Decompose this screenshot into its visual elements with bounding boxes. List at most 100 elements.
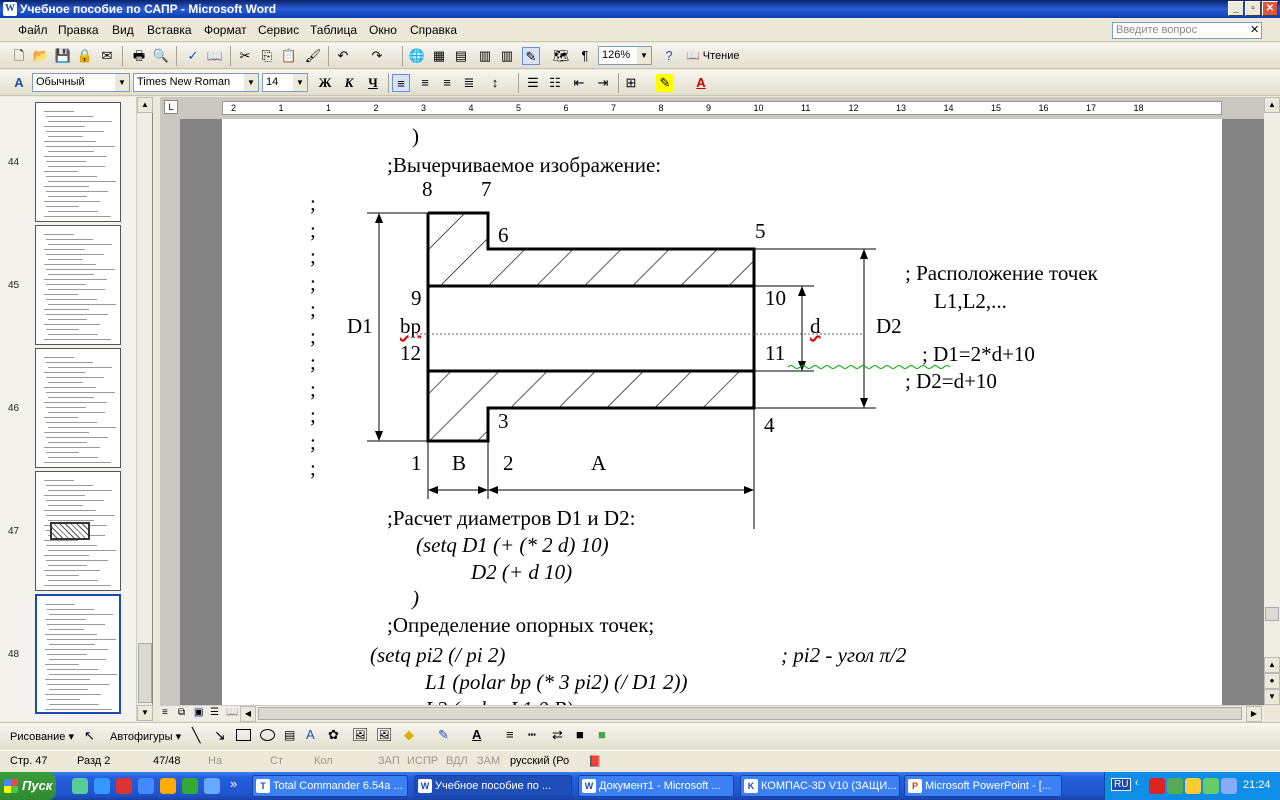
word-icon[interactable]: W: [3, 2, 17, 16]
quicklaunch-app3-icon[interactable]: [204, 778, 220, 794]
document-hscrollbar[interactable]: ≡ ⧉ ▣ ☰ 📖 ◀ ▶: [160, 705, 1264, 722]
task-total-commander[interactable]: T Total Commander 6.54a ...: [252, 775, 408, 797]
hscroll-thumb[interactable]: [258, 707, 1242, 720]
tray-icon-3[interactable]: [1185, 778, 1201, 794]
page-thumbnail[interactable]: [35, 348, 121, 468]
borders-icon[interactable]: ⊞: [622, 74, 640, 92]
drawing-font-color-icon[interactable]: A: [472, 727, 481, 742]
spelling-status-icon[interactable]: 📕: [588, 755, 602, 768]
permission-icon[interactable]: 🔒: [76, 47, 94, 65]
quicklaunch-app2-icon[interactable]: [182, 778, 198, 794]
task-word-active[interactable]: W Учебное пособие по ...: [414, 775, 572, 797]
scroll-up-icon[interactable]: ▲: [137, 97, 153, 113]
task-kompas[interactable]: K КОМПАС-3D V10 (ЗАЩИ...: [740, 775, 900, 797]
scroll-left-icon[interactable]: ◀: [240, 706, 256, 722]
justify-icon[interactable]: ≣: [460, 74, 478, 92]
reading-mode-button[interactable]: 📖 Чтение: [686, 49, 739, 62]
picture-icon[interactable]: 🖼: [376, 727, 393, 743]
browse-object-icon[interactable]: ●: [1264, 673, 1280, 689]
tray-icon-2[interactable]: [1167, 778, 1183, 794]
bullets-icon[interactable]: ☷: [546, 74, 564, 92]
menu-help[interactable]: Справка: [410, 23, 457, 37]
new-doc-icon[interactable]: 🗋: [10, 47, 28, 65]
next-page-icon[interactable]: ▼: [1264, 689, 1280, 705]
copy-icon[interactable]: ⎘: [258, 47, 276, 65]
ruler-strip[interactable]: 2 1 1 2 3 4 5 6 7 8 9 10 11 12 13 14 15 16 17 18: [222, 101, 1222, 115]
tray-arrow-icon[interactable]: ‹: [1135, 777, 1139, 789]
reading-view-icon[interactable]: 📖: [226, 707, 238, 718]
document-page[interactable]: ) ;Вычерчиваемое изображение: ;;;;;;;;;;…: [222, 119, 1222, 705]
prev-page-icon[interactable]: ▲: [1264, 657, 1280, 673]
increase-indent-icon[interactable]: ⇥: [594, 74, 612, 92]
redo-icon[interactable]: ↷: [368, 47, 386, 65]
status-ovr[interactable]: ЗАМ: [477, 755, 500, 767]
horizontal-ruler[interactable]: L 2 1 1 2 3 4 5 6 7 8 9 10 11 12 13 14 15 16 17 18: [160, 97, 1265, 119]
status-rec[interactable]: ЗАП: [378, 755, 400, 767]
menu-window[interactable]: Окно: [369, 23, 397, 37]
menu-file[interactable]: Файл: [18, 23, 48, 37]
web-view-icon[interactable]: ⧉: [178, 707, 185, 718]
print-icon[interactable]: 🖶: [130, 47, 148, 65]
style-select[interactable]: Обычный ▼: [32, 73, 130, 92]
font-select[interactable]: Times New Roman ▼: [133, 73, 259, 92]
textbox-tool-icon[interactable]: ▤: [284, 728, 295, 742]
quicklaunch-kompas-icon[interactable]: [138, 778, 154, 794]
thumbnails-scrollbar[interactable]: ▲ ▼: [136, 97, 153, 721]
normal-view-icon[interactable]: ≡: [162, 707, 168, 718]
help-icon[interactable]: ?: [660, 47, 678, 65]
document-vscrollbar[interactable]: ▲ ▲ ● ▼: [1264, 97, 1280, 705]
align-center-icon[interactable]: ≡: [416, 74, 434, 92]
fill-color-icon[interactable]: ◆: [404, 727, 414, 743]
diagram-icon[interactable]: ✿: [328, 727, 339, 743]
email-icon[interactable]: ✉: [98, 47, 116, 65]
line-spacing-icon[interactable]: ↕: [486, 74, 504, 92]
start-button[interactable]: Пуск: [0, 772, 56, 800]
print-preview-icon[interactable]: 🔍: [152, 47, 170, 65]
save-icon[interactable]: 💾: [54, 47, 72, 65]
draw-menu-button[interactable]: Рисование ▾: [10, 730, 74, 743]
autoshapes-button[interactable]: Автофигуры ▾: [110, 730, 181, 743]
menu-insert[interactable]: Вставка: [147, 23, 192, 37]
font-color-icon[interactable]: A: [692, 74, 710, 92]
status-trk[interactable]: ИСПР: [407, 755, 438, 767]
page-thumbnail[interactable]: [35, 102, 121, 222]
quicklaunch-red-icon[interactable]: [116, 778, 132, 794]
quicklaunch-more-icon[interactable]: »: [230, 776, 237, 791]
menu-edit[interactable]: Правка: [58, 23, 99, 37]
zoom-select[interactable]: 126% ▼: [598, 46, 652, 65]
quicklaunch-app-icon[interactable]: [72, 778, 88, 794]
arrow-style-icon[interactable]: ⇄: [552, 727, 563, 743]
insert-table-icon[interactable]: ▤: [452, 47, 470, 65]
minimize-button[interactable]: _: [1228, 1, 1244, 16]
page-thumbnail[interactable]: [35, 471, 121, 591]
spelling-icon[interactable]: ✓: [184, 47, 202, 65]
arrow-tool-icon[interactable]: ↘: [214, 727, 226, 744]
numbering-icon[interactable]: ☰: [524, 74, 542, 92]
italic-button[interactable]: К: [340, 74, 358, 92]
decrease-indent-icon[interactable]: ⇤: [570, 74, 588, 92]
drawing-toggle-icon[interactable]: ✎: [522, 47, 540, 65]
quicklaunch-ie-icon[interactable]: [94, 778, 110, 794]
status-ext[interactable]: ВДЛ: [446, 755, 468, 767]
research-icon[interactable]: 📖: [206, 47, 224, 65]
tab-selector-icon[interactable]: L: [164, 100, 178, 114]
tables-borders-icon[interactable]: ▦: [430, 47, 448, 65]
undo-icon[interactable]: ↶: [334, 47, 352, 65]
scroll-up-icon[interactable]: ▲: [1264, 97, 1280, 113]
close-doc-icon[interactable]: ✕: [1250, 23, 1259, 36]
format-painter-icon[interactable]: 🖌: [304, 47, 322, 65]
task-word-doc1[interactable]: W Документ1 - Microsoft ...: [578, 775, 734, 797]
oval-tool-icon[interactable]: [260, 729, 275, 741]
page-thumbnail[interactable]: [35, 594, 121, 714]
print-layout-icon[interactable]: ▣: [194, 707, 204, 718]
menu-tools[interactable]: Сервис: [258, 23, 299, 37]
line-tool-icon[interactable]: ╲: [192, 727, 200, 744]
close-button[interactable]: ✕: [1262, 1, 1278, 16]
maximize-button[interactable]: ▫: [1245, 1, 1261, 16]
open-icon[interactable]: 📂: [32, 47, 50, 65]
outline-view-icon[interactable]: ☰: [210, 707, 219, 718]
paste-icon[interactable]: 📋: [280, 47, 298, 65]
shadow-icon[interactable]: ■: [576, 727, 584, 742]
font-size-select[interactable]: 14 ▼: [262, 73, 308, 92]
hyperlink-icon[interactable]: 🌐: [408, 47, 426, 65]
